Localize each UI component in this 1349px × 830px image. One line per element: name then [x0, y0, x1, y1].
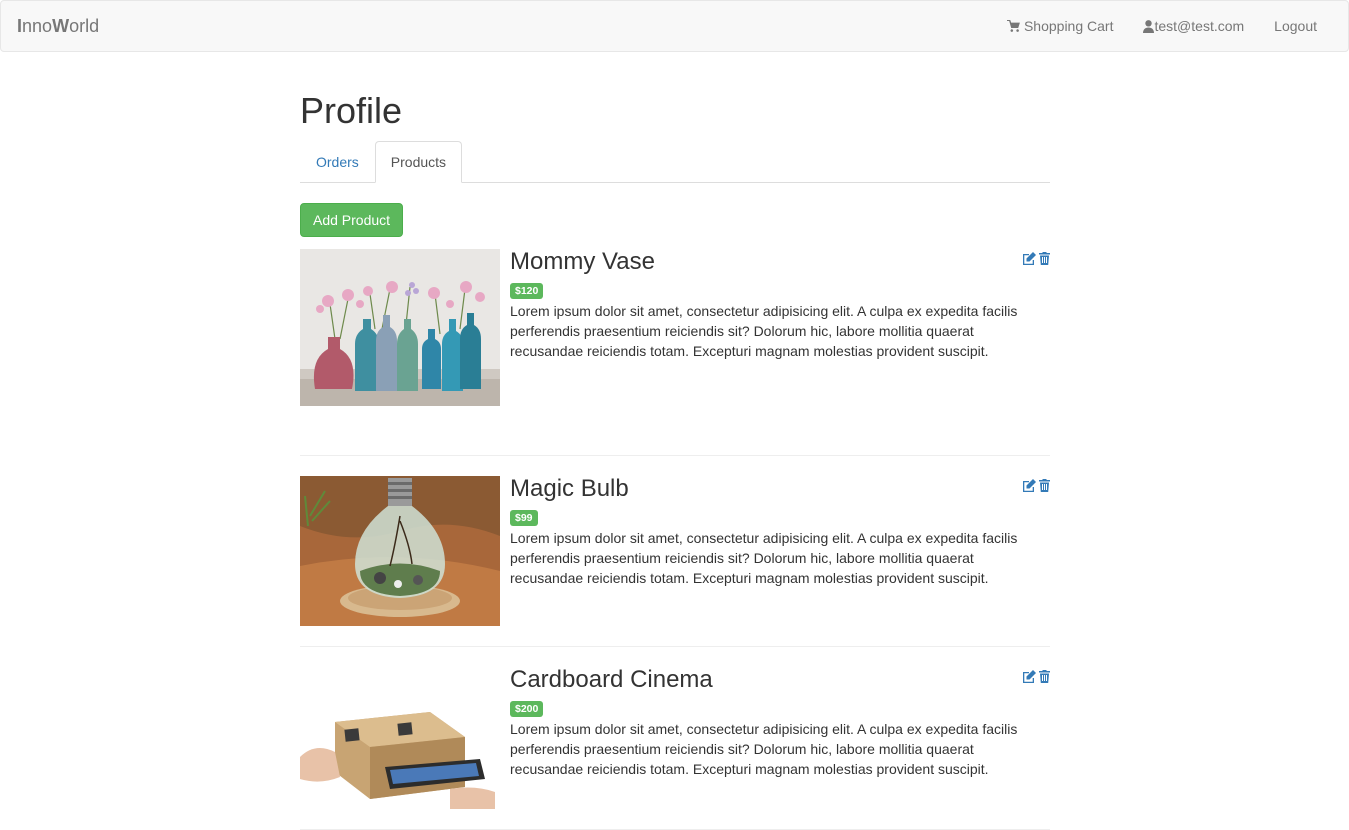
product-actions [1022, 478, 1050, 492]
shopping-cart-label: Shopping Cart [1023, 18, 1114, 34]
tab-orders[interactable]: Orders [300, 141, 375, 183]
shopping-cart-icon [1006, 19, 1021, 33]
product-image-vase[interactable] [300, 248, 500, 406]
edit-icon[interactable] [1022, 669, 1036, 683]
brand-part-orld: orld [69, 16, 100, 36]
product-item: Mommy Vase $120 Lorem ipsum dolor sit am… [300, 247, 1050, 456]
add-product-button[interactable]: Add Product [300, 202, 404, 237]
logout-link[interactable]: Logout [1259, 1, 1348, 51]
product-item: Magic Bulb $99 Lorem ipsum dolor sit ame… [300, 456, 1050, 647]
product-description: Lorem ipsum dolor sit amet, consectetur … [510, 720, 1018, 777]
trash-icon[interactable] [1039, 251, 1050, 265]
product-item: Cardboard Cinema $200 Lorem ipsum dolor … [300, 647, 1050, 830]
main-container: Profile Orders Products Add Product Momm… [300, 52, 1050, 830]
shopping-cart-link[interactable]: Shopping Cart [992, 1, 1129, 51]
price-badge: $200 [510, 700, 544, 717]
price-badge: $99 [510, 509, 538, 526]
user-icon [1143, 19, 1155, 33]
product-actions [1022, 669, 1050, 683]
navbar-right: Shopping Cart test@test.com Logout [992, 1, 1348, 51]
edit-icon[interactable] [1022, 478, 1036, 492]
product-name: Magic Bulb [510, 474, 629, 502]
product-actions [1022, 251, 1050, 265]
profile-tabs: Orders Products [300, 140, 1050, 183]
price-badge: $120 [510, 282, 544, 299]
brand-logo[interactable]: InnoWorld [17, 16, 99, 36]
brand-letter-w: W [52, 16, 70, 36]
product-name: Mommy Vase [510, 247, 655, 275]
product-info: Cardboard Cinema $200 Lorem ipsum dolor … [510, 665, 1030, 779]
product-image-cardboard[interactable] [300, 666, 500, 809]
user-account-link[interactable]: test@test.com [1128, 1, 1259, 51]
product-image-bulb[interactable] [300, 475, 500, 626]
product-description: Lorem ipsum dolor sit amet, consectetur … [510, 302, 1018, 359]
brand-part-nno: nno [22, 16, 53, 36]
user-email-label: test@test.com [1154, 18, 1245, 34]
navbar: InnoWorld Shopping Cart test@test.com Lo… [0, 0, 1349, 52]
trash-icon[interactable] [1039, 669, 1050, 683]
edit-icon[interactable] [1022, 251, 1036, 265]
product-name: Cardboard Cinema [510, 665, 713, 693]
product-info: Mommy Vase $120 Lorem ipsum dolor sit am… [510, 247, 1030, 361]
product-description: Lorem ipsum dolor sit amet, consectetur … [510, 529, 1018, 586]
trash-icon[interactable] [1039, 478, 1050, 492]
product-info: Magic Bulb $99 Lorem ipsum dolor sit ame… [510, 474, 1030, 588]
page-title: Profile [300, 90, 403, 131]
tab-products[interactable]: Products [374, 140, 463, 183]
